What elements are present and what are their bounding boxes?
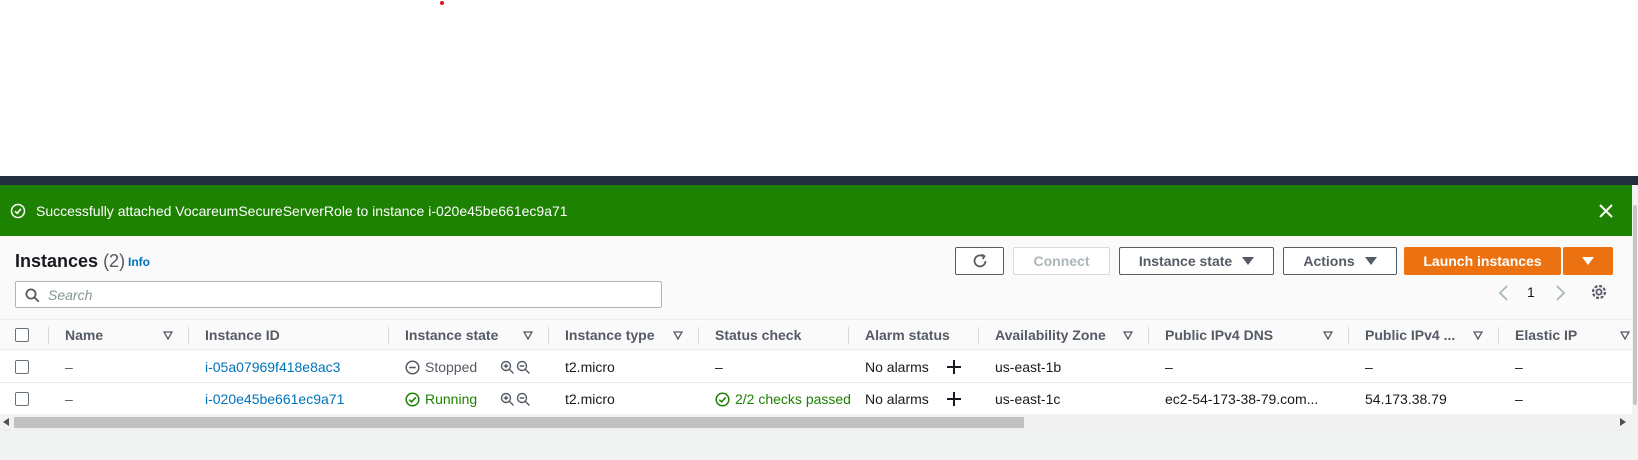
- cell-instance-id[interactable]: i-020e45be661ec9a71: [205, 391, 344, 407]
- instance-count: (2): [103, 251, 126, 271]
- gear-icon[interactable]: [1589, 282, 1609, 302]
- sort-icon[interactable]: [1620, 331, 1630, 340]
- column-header-status-check: Status check: [715, 327, 802, 343]
- cell-availability-zone: us-east-1b: [995, 359, 1062, 375]
- cell-name: –: [65, 359, 73, 375]
- page-title-text: Instances: [15, 251, 99, 271]
- cursor-marker: [440, 1, 444, 5]
- blank-canvas: [0, 0, 1638, 176]
- success-banner: Successfully attached VocareumSecureServ…: [0, 185, 1632, 236]
- scroll-right-icon[interactable]: [1620, 418, 1626, 426]
- chevron-left-icon[interactable]: [1497, 284, 1511, 302]
- cell-alarm-status: No alarms: [865, 359, 929, 375]
- refresh-icon: [973, 253, 986, 268]
- cell-instance-state: Stopped: [425, 359, 478, 375]
- running-icon: [405, 392, 420, 407]
- cell-status-check: –: [715, 359, 723, 375]
- column-header-public-ipv4: Public IPv4 ...: [1365, 327, 1456, 343]
- cell-elastic-ip: –: [1515, 359, 1523, 375]
- horizontal-scrollbar[interactable]: [0, 414, 1632, 430]
- zoom-out-icon[interactable]: [516, 360, 531, 375]
- refresh-button[interactable]: [955, 247, 1004, 275]
- chevron-right-icon[interactable]: [1553, 284, 1567, 302]
- banner-message: Successfully attached VocareumSecureServ…: [36, 203, 568, 219]
- page-number[interactable]: 1: [1527, 284, 1535, 300]
- cell-public-dns: ec2-54-173-38-79.com...: [1165, 391, 1319, 407]
- instance-state-label: Instance state: [1138, 253, 1233, 269]
- page-title: Instances (2): [15, 250, 125, 272]
- connect-label: Connect: [1033, 253, 1090, 269]
- column-header-alarm-status: Alarm status: [865, 327, 950, 343]
- table-row[interactable]: – i-020e45be661ec9a71 Running t2.micro 2…: [0, 383, 1632, 415]
- sort-icon[interactable]: [1323, 331, 1333, 340]
- cell-public-dns: –: [1165, 359, 1173, 375]
- search-box[interactable]: [15, 281, 662, 308]
- cell-alarm-status: No alarms: [865, 391, 929, 407]
- cell-public-ipv4: –: [1365, 359, 1373, 375]
- column-header-instance-state: Instance state: [405, 327, 499, 343]
- zoom-out-icon[interactable]: [516, 392, 531, 407]
- column-header-name: Name: [65, 327, 104, 343]
- cell-instance-type: t2.micro: [565, 359, 615, 375]
- column-header-availability-zone: Availability Zone: [995, 327, 1106, 343]
- launch-instances-button[interactable]: Launch instances: [1404, 247, 1561, 275]
- cell-status-check: 2/2 checks passed: [735, 391, 851, 407]
- stopped-icon: [405, 360, 420, 375]
- zoom-in-icon[interactable]: [500, 392, 515, 407]
- cell-elastic-ip: –: [1515, 391, 1523, 407]
- caret-down-icon: [1242, 257, 1255, 265]
- caret-down-icon: [1582, 257, 1594, 265]
- column-header-instance-id: Instance ID: [205, 327, 280, 343]
- launch-instances-label: Launch instances: [1423, 253, 1542, 269]
- info-link[interactable]: Info: [128, 255, 150, 269]
- instances-panel: Instances (2) Info Connect Instance stat…: [0, 236, 1632, 460]
- table-header: Name Instance ID Instance state Instance…: [0, 319, 1632, 350]
- plus-icon[interactable]: [946, 391, 962, 407]
- sort-icon[interactable]: [1473, 331, 1483, 340]
- check-circle-icon: [715, 392, 730, 407]
- zoom-in-icon[interactable]: [500, 360, 515, 375]
- cell-instance-state: Running: [425, 391, 478, 407]
- plus-icon[interactable]: [946, 359, 962, 375]
- page-scrollbar[interactable]: [1632, 185, 1638, 460]
- sort-icon[interactable]: [673, 331, 683, 340]
- row-checkbox[interactable]: [15, 392, 29, 406]
- select-all-checkbox[interactable]: [15, 328, 29, 342]
- actions-label: Actions: [1303, 253, 1355, 269]
- column-header-public-dns: Public IPv4 DNS: [1165, 327, 1274, 343]
- console-top-bar: [0, 176, 1638, 185]
- scroll-thumb[interactable]: [14, 417, 1024, 428]
- close-icon[interactable]: [1597, 202, 1615, 220]
- cell-name: –: [65, 391, 73, 407]
- scroll-left-icon[interactable]: [3, 418, 9, 426]
- search-icon: [25, 288, 40, 303]
- connect-button[interactable]: Connect: [1013, 247, 1110, 275]
- column-header-instance-type: Instance type: [565, 327, 655, 343]
- sort-icon[interactable]: [1123, 331, 1133, 340]
- instance-state-button[interactable]: Instance state: [1119, 247, 1274, 275]
- launch-dropdown-button[interactable]: [1563, 247, 1613, 275]
- caret-down-icon: [1364, 257, 1377, 265]
- column-header-elastic-ip: Elastic IP: [1515, 327, 1578, 343]
- actions-button[interactable]: Actions: [1283, 247, 1397, 275]
- cell-public-ipv4: 54.173.38.79: [1365, 391, 1447, 407]
- footer-strip: [0, 430, 1632, 460]
- check-circle-icon: [10, 203, 26, 219]
- sort-icon[interactable]: [163, 331, 173, 340]
- table-row[interactable]: – i-05a07969f418e8ac3 Stopped t2.micro –…: [0, 351, 1632, 383]
- cell-instance-id[interactable]: i-05a07969f418e8ac3: [205, 359, 340, 375]
- cell-instance-type: t2.micro: [565, 391, 615, 407]
- cell-availability-zone: us-east-1c: [995, 391, 1061, 407]
- search-input[interactable]: [48, 286, 648, 304]
- sort-icon[interactable]: [523, 331, 533, 340]
- row-checkbox[interactable]: [15, 360, 29, 374]
